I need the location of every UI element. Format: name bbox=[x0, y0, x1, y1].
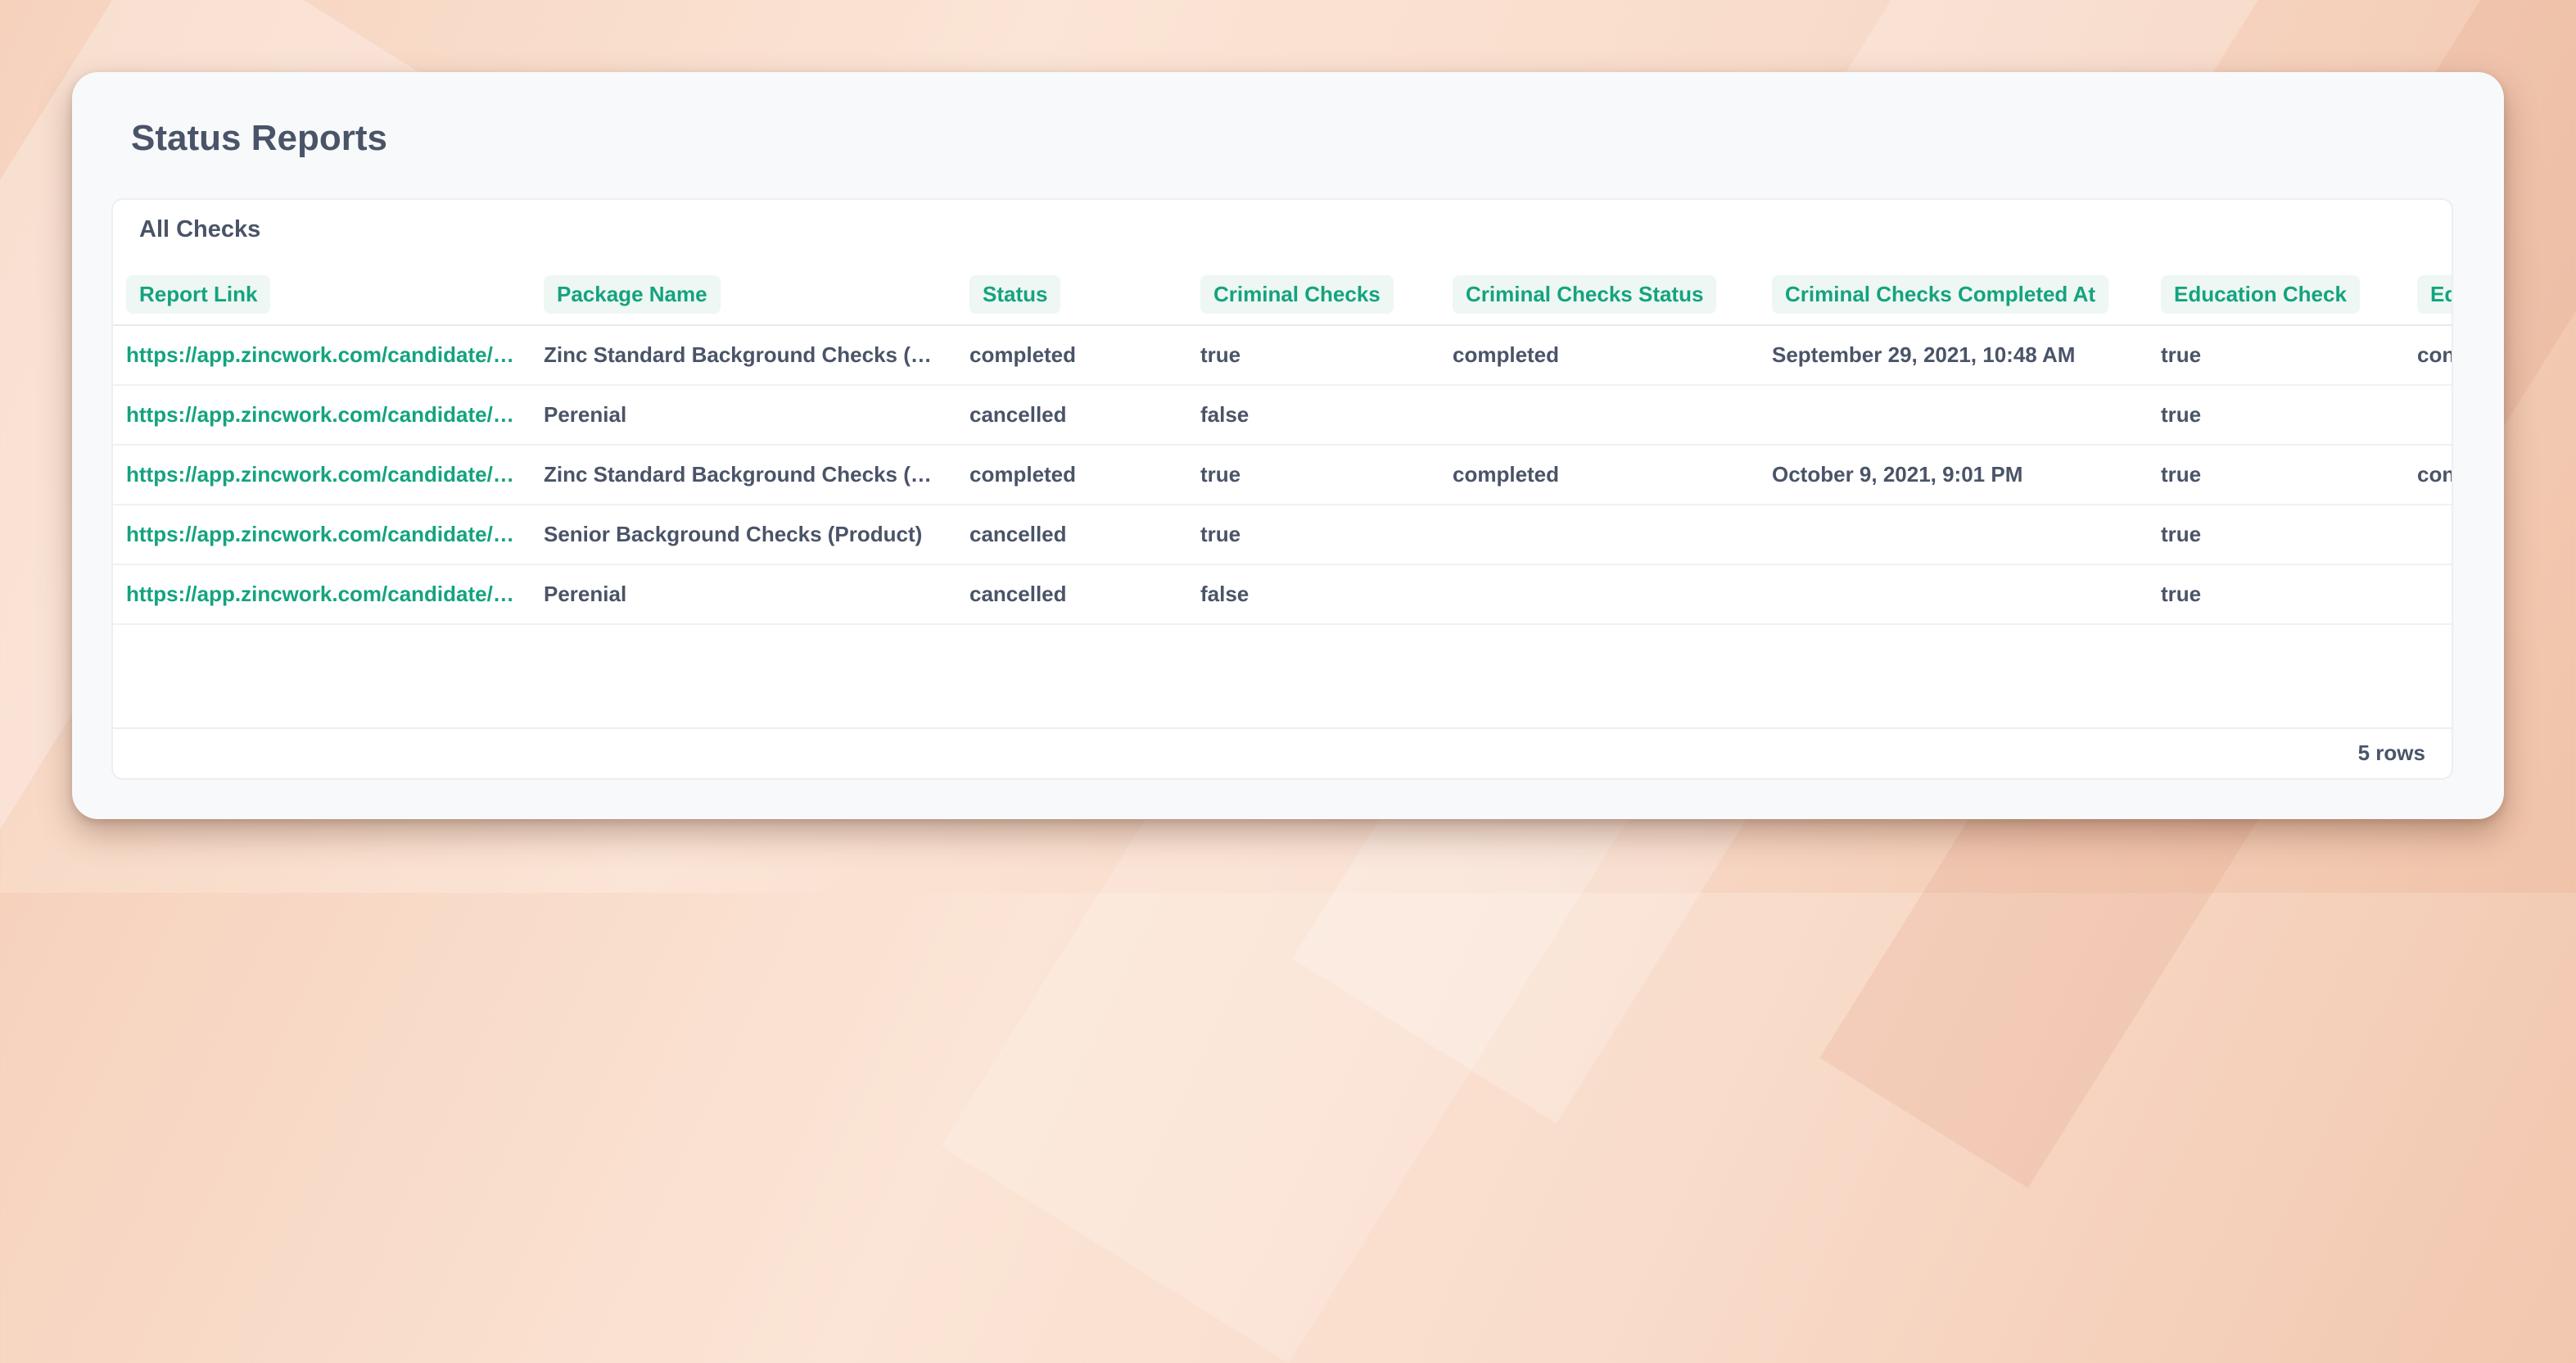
education-check-cell: true bbox=[2148, 325, 2404, 386]
status-cell: completed bbox=[956, 325, 1187, 386]
truncated-cell: con bbox=[2404, 325, 2452, 386]
table-row: https://app.zincwork.com/candidate/… Zin… bbox=[113, 445, 2452, 505]
column-header-education-check[interactable]: Education Check bbox=[2148, 264, 2404, 326]
education-check-cell: true bbox=[2148, 505, 2404, 565]
table-row: https://app.zincwork.com/candidate/… Per… bbox=[113, 385, 2452, 446]
criminal-checks-cell: true bbox=[1187, 505, 1439, 565]
package-name-cell: Perenial bbox=[531, 385, 956, 446]
dashboard-card: Status Reports All Checks Report Link Pa… bbox=[72, 72, 2504, 819]
table-header-row: Report Link Package Name Status Criminal… bbox=[113, 264, 2452, 326]
criminal-checks-status-cell bbox=[1439, 564, 1759, 625]
package-name-cell: Zinc Standard Background Checks (… bbox=[531, 445, 956, 505]
criminal-checks-cell: true bbox=[1187, 445, 1439, 505]
column-header-label: Criminal Checks bbox=[1200, 274, 1394, 314]
column-header-criminal-checks[interactable]: Criminal Checks bbox=[1187, 264, 1439, 326]
criminal-checks-status-cell bbox=[1439, 505, 1759, 565]
column-header-label: Ed bbox=[2417, 274, 2452, 314]
criminal-checks-completed-at-cell: October 9, 2021, 9:01 PM bbox=[1759, 445, 2148, 505]
truncated-cell bbox=[2404, 385, 2452, 446]
report-link[interactable]: https://app.zincwork.com/candidate/… bbox=[113, 505, 531, 565]
checks-table: Report Link Package Name Status Criminal… bbox=[113, 264, 2452, 625]
column-header-criminal-checks-completed-at[interactable]: Criminal Checks Completed At bbox=[1759, 264, 2148, 326]
report-link[interactable]: https://app.zincwork.com/candidate/… bbox=[113, 385, 531, 446]
criminal-checks-completed-at-cell bbox=[1759, 564, 2148, 625]
status-cell: cancelled bbox=[956, 505, 1187, 565]
package-name-cell: Senior Background Checks (Product) bbox=[531, 505, 956, 565]
column-header-label: Education Check bbox=[2161, 274, 2360, 314]
report-link[interactable]: https://app.zincwork.com/candidate/… bbox=[113, 564, 531, 625]
criminal-checks-status-cell bbox=[1439, 385, 1759, 446]
column-header-criminal-checks-status[interactable]: Criminal Checks Status bbox=[1439, 264, 1759, 326]
column-header-label: Status bbox=[969, 274, 1061, 314]
criminal-checks-cell: false bbox=[1187, 564, 1439, 625]
truncated-cell bbox=[2404, 505, 2452, 565]
panel-title[interactable]: All Checks bbox=[139, 216, 260, 243]
truncated-cell: con bbox=[2404, 445, 2452, 505]
table-footer: 5 rows bbox=[113, 727, 2452, 778]
column-header-package-name[interactable]: Package Name bbox=[531, 264, 956, 326]
criminal-checks-status-cell: completed bbox=[1439, 325, 1759, 386]
criminal-checks-cell: true bbox=[1187, 325, 1439, 386]
column-header-truncated[interactable]: Ed bbox=[2404, 264, 2452, 326]
criminal-checks-completed-at-cell bbox=[1759, 505, 2148, 565]
table-scroll-area[interactable]: Report Link Package Name Status Criminal… bbox=[113, 264, 2452, 690]
column-header-report-link[interactable]: Report Link bbox=[113, 264, 531, 326]
status-cell: cancelled bbox=[956, 385, 1187, 446]
education-check-cell: true bbox=[2148, 385, 2404, 446]
column-header-label: Criminal Checks Completed At bbox=[1772, 274, 2109, 314]
status-cell: completed bbox=[956, 445, 1187, 505]
row-count: 5 rows bbox=[2357, 740, 2425, 765]
criminal-checks-cell: false bbox=[1187, 385, 1439, 446]
report-link[interactable]: https://app.zincwork.com/candidate/… bbox=[113, 325, 531, 386]
column-header-label: Package Name bbox=[544, 274, 721, 314]
page-title: Status Reports bbox=[131, 118, 387, 158]
education-check-cell: true bbox=[2148, 564, 2404, 625]
table-row: https://app.zincwork.com/candidate/… Sen… bbox=[113, 505, 2452, 565]
education-check-cell: true bbox=[2148, 445, 2404, 505]
table-row: https://app.zincwork.com/candidate/… Zin… bbox=[113, 325, 2452, 386]
report-link[interactable]: https://app.zincwork.com/candidate/… bbox=[113, 445, 531, 505]
table-row: https://app.zincwork.com/candidate/… Per… bbox=[113, 564, 2452, 625]
criminal-checks-completed-at-cell bbox=[1759, 385, 2148, 446]
package-name-cell: Perenial bbox=[531, 564, 956, 625]
truncated-cell bbox=[2404, 564, 2452, 625]
criminal-checks-completed-at-cell: September 29, 2021, 10:48 AM bbox=[1759, 325, 2148, 386]
column-header-label: Report Link bbox=[126, 274, 271, 314]
column-header-status[interactable]: Status bbox=[956, 264, 1187, 326]
package-name-cell: Zinc Standard Background Checks (… bbox=[531, 325, 956, 386]
all-checks-panel: All Checks Report Link Package Name Stat… bbox=[111, 198, 2453, 780]
status-cell: cancelled bbox=[956, 564, 1187, 625]
column-header-label: Criminal Checks Status bbox=[1453, 274, 1717, 314]
criminal-checks-status-cell: completed bbox=[1439, 445, 1759, 505]
